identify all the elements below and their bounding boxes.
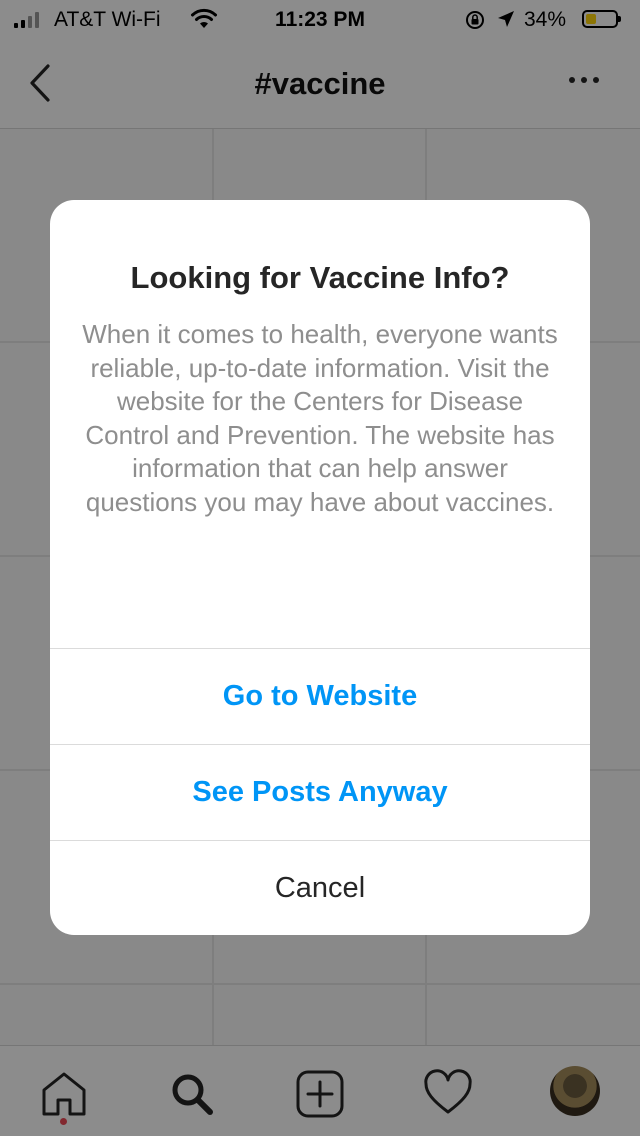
go-to-website-button[interactable]: Go to Website	[50, 648, 590, 743]
dialog-message: When it comes to health, everyone wants …	[82, 319, 558, 517]
dialog-title: Looking for Vaccine Info?	[130, 260, 510, 295]
cancel-button[interactable]: Cancel	[50, 840, 590, 935]
vaccine-info-dialog: Looking for Vaccine Info? When it comes …	[50, 200, 590, 935]
see-posts-anyway-button[interactable]: See Posts Anyway	[50, 744, 590, 839]
